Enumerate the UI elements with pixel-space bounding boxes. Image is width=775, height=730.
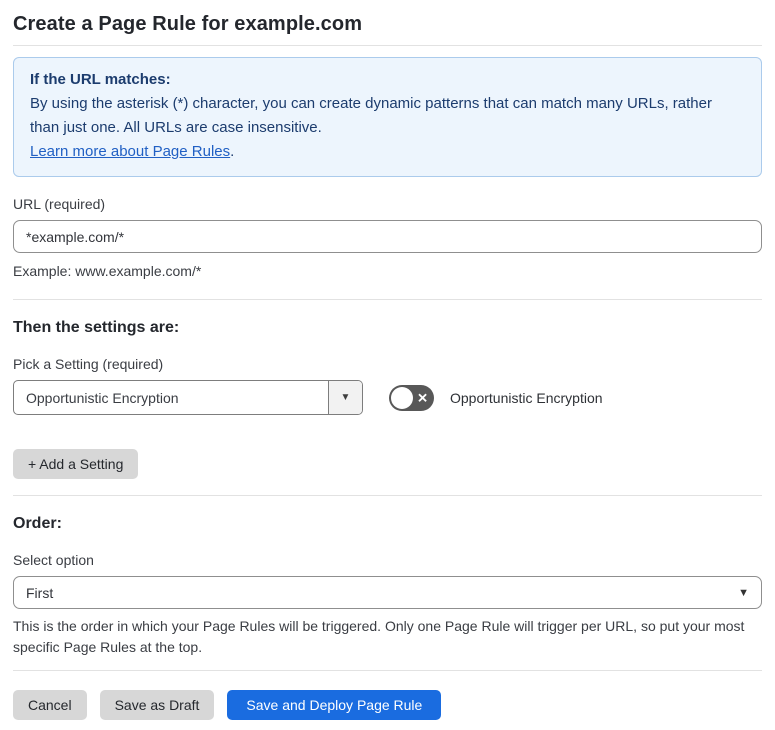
chevron-down-icon: ▼ xyxy=(738,586,749,599)
setting-dropdown[interactable]: Opportunistic Encryption ▼ xyxy=(13,380,363,415)
info-box-body: By using the asterisk (*) character, you… xyxy=(30,95,712,136)
settings-heading: Then the settings are: xyxy=(13,319,180,336)
setting-dropdown-value: Opportunistic Encryption xyxy=(26,389,179,406)
info-box-link-line: Learn more about Page Rules. xyxy=(30,140,745,164)
order-select[interactable]: First ▼ xyxy=(13,576,762,609)
setting-row: Opportunistic Encryption ▼ ✕ Opportunist… xyxy=(13,380,762,415)
url-example-helper: Example: www.example.com/* xyxy=(13,263,202,279)
select-option-label: Select option xyxy=(13,552,94,568)
title-divider xyxy=(13,45,762,46)
order-select-value: First xyxy=(26,584,54,601)
order-divider xyxy=(13,495,762,496)
url-matches-info-box: If the URL matches: By using the asteris… xyxy=(13,57,762,177)
url-label: URL (required) xyxy=(13,196,106,212)
toggle-off-x-icon: ✕ xyxy=(417,390,428,405)
order-heading: Order: xyxy=(13,515,62,532)
action-buttons: Cancel Save as Draft Save and Deploy Pag… xyxy=(13,690,762,720)
opportunistic-encryption-toggle[interactable]: ✕ xyxy=(389,384,434,411)
settings-divider xyxy=(13,299,762,300)
chevron-down-icon[interactable]: ▼ xyxy=(328,381,362,414)
page-title: Create a Page Rule for example.com xyxy=(13,13,363,35)
url-input[interactable] xyxy=(13,220,762,253)
order-helper-text: This is the order in which your Page Rul… xyxy=(13,618,745,655)
save-as-draft-button[interactable]: Save as Draft xyxy=(99,690,215,720)
learn-more-link[interactable]: Learn more about Page Rules xyxy=(30,143,230,160)
setting-toggle-group: ✕ Opportunistic Encryption xyxy=(389,384,603,411)
add-setting-button[interactable]: + Add a Setting xyxy=(13,449,139,479)
link-suffix: . xyxy=(230,143,235,160)
info-box-heading: If the URL matches: xyxy=(30,71,171,88)
toggle-label: Opportunistic Encryption xyxy=(450,389,603,406)
actions-divider xyxy=(13,670,762,671)
cancel-button[interactable]: Cancel xyxy=(13,690,87,720)
save-and-deploy-button[interactable]: Save and Deploy Page Rule xyxy=(227,690,442,720)
toggle-knob xyxy=(391,386,413,409)
pick-setting-label: Pick a Setting (required) xyxy=(13,356,164,372)
create-page-rule-form: Create a Page Rule for example.com If th… xyxy=(0,13,775,720)
